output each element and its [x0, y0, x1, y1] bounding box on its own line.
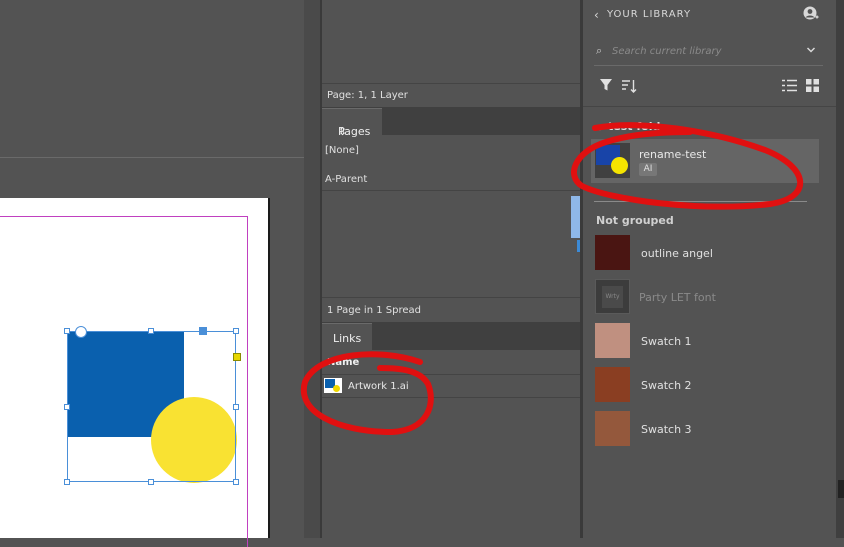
- filter-icon[interactable]: [599, 78, 613, 92]
- links-column-header[interactable]: Name: [322, 350, 582, 375]
- selected-graphic-frame[interactable]: [67, 331, 236, 482]
- sort-icon[interactable]: [621, 78, 637, 94]
- pages-status-text: 1 Page in 1 Spread: [327, 305, 421, 316]
- layers-panel: [322, 0, 580, 82]
- asset-name[interactable]: Party LET font: [639, 291, 716, 304]
- library-group-name[interactable]: test fold: [608, 120, 660, 133]
- list-view-icon[interactable]: [782, 79, 797, 92]
- library-scrollbar[interactable]: [836, 0, 844, 538]
- frame-handle-top-left[interactable]: [64, 328, 70, 334]
- frame-handle-bottom-left[interactable]: [64, 479, 70, 485]
- frame-handle-bottom-middle[interactable]: [148, 479, 154, 485]
- layers-status-text: Page: 1, 1 Layer: [327, 90, 408, 101]
- frame-handle-middle-right[interactable]: [233, 404, 239, 410]
- search-icon: ⌕: [596, 44, 603, 57]
- asset-thumbnail-swatch-2[interactable]: [595, 367, 630, 402]
- artwork-link-icon: [324, 378, 342, 393]
- pages-divider: [322, 190, 582, 191]
- frame-handle-top-middle[interactable]: [148, 328, 154, 334]
- asset-name[interactable]: Swatch 1: [641, 335, 692, 348]
- folder-chevron-down-icon[interactable]: [595, 123, 605, 133]
- layers-status-bar: Page: 1, 1 Layer: [322, 83, 580, 108]
- links-column-name: Name: [327, 357, 360, 368]
- toolbar-divider: [583, 106, 836, 107]
- parent-a[interactable]: A-Parent: [325, 174, 367, 185]
- add-user-icon[interactable]: [803, 6, 819, 22]
- search-underline: [594, 65, 823, 66]
- content-grabber-icon[interactable]: [75, 326, 87, 338]
- frame-handle-top-right[interactable]: [233, 328, 239, 334]
- parent-none[interactable]: [None]: [325, 145, 359, 156]
- tab-links-label: Links: [333, 332, 362, 345]
- corner-options-handle[interactable]: [233, 353, 241, 361]
- tab-pages[interactable]: ⇕ Pages: [322, 108, 382, 138]
- frame-out-port[interactable]: [199, 327, 207, 335]
- library-search-input[interactable]: [612, 42, 797, 60]
- asset-name[interactable]: Swatch 2: [641, 379, 692, 392]
- font-preview-text: Wrty: [602, 286, 623, 308]
- asset-thumbnail-swatch-3[interactable]: [595, 411, 630, 446]
- not-grouped-heading: Not grouped: [596, 214, 674, 227]
- asset-thumbnail: [595, 143, 630, 178]
- frame-handle-bottom-right[interactable]: [233, 479, 239, 485]
- canvas-scrollbar[interactable]: [304, 0, 320, 538]
- group-divider: [594, 201, 807, 202]
- frame-handle-middle-left[interactable]: [64, 404, 70, 410]
- library-title[interactable]: YOUR LIBRARY: [607, 9, 691, 20]
- link-name[interactable]: Artwork 1.ai: [348, 381, 409, 392]
- asset-thumbnail-font[interactable]: Wrty: [595, 279, 630, 314]
- chevron-down-icon[interactable]: [806, 43, 816, 57]
- asset-name[interactable]: outline angel: [641, 247, 713, 260]
- asset-name[interactable]: Swatch 3: [641, 423, 692, 436]
- asset-type-badge: AI: [639, 163, 657, 176]
- asset-thumbnail-swatch-1[interactable]: [595, 323, 630, 358]
- pages-status-bar: 1 Page in 1 Spread: [322, 297, 582, 322]
- tab-links[interactable]: Links: [322, 323, 372, 351]
- tab-pages-label: Pages: [338, 125, 371, 138]
- back-chevron-icon[interactable]: ‹: [594, 8, 599, 22]
- asset-name: rename-test: [639, 148, 707, 161]
- grid-view-icon[interactable]: [806, 79, 819, 92]
- scrollbar-thumb[interactable]: [838, 480, 844, 498]
- asset-thumbnail-outline-angel[interactable]: [595, 235, 630, 270]
